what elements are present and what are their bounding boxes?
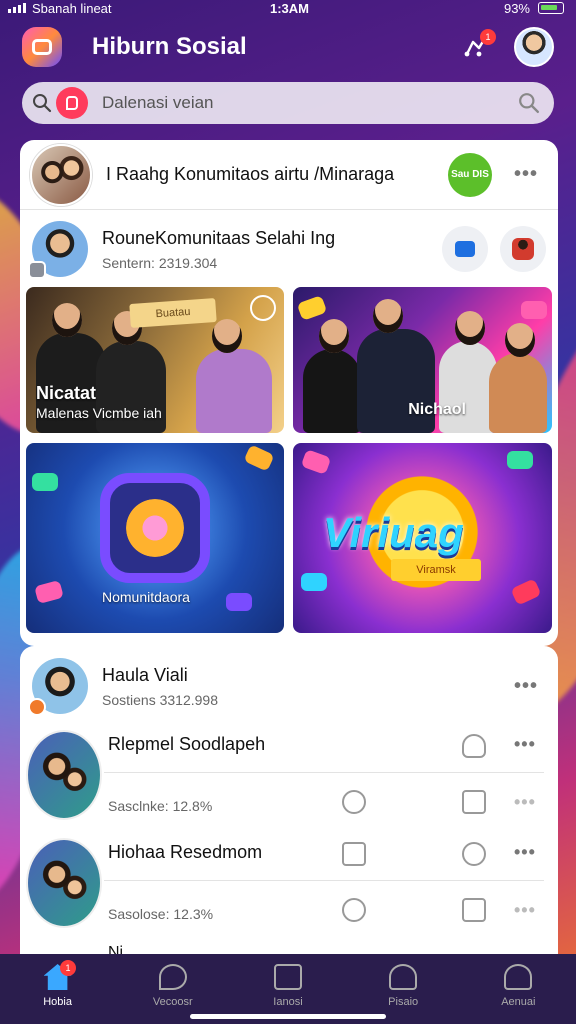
list-header-title: Haula Viali bbox=[102, 664, 188, 685]
character-button[interactable] bbox=[500, 226, 546, 272]
tile-ribbon: Viramsk bbox=[391, 559, 481, 581]
user-avatar bbox=[28, 221, 88, 279]
home-indicator bbox=[190, 1014, 386, 1019]
nav-label: Vecoosr bbox=[152, 996, 193, 1008]
search-bar bbox=[22, 82, 554, 124]
chat-app-icon[interactable] bbox=[56, 87, 88, 119]
nav-home[interactable]: 1 Hobia bbox=[0, 954, 115, 1024]
member-list-card: Haula Viali Sostiens 3312.998 ••• Rlepme… bbox=[20, 646, 558, 954]
profile-avatar[interactable] bbox=[514, 27, 554, 67]
decoration bbox=[507, 451, 533, 469]
tile-subcaption: Malenas Vicmbe iah bbox=[36, 405, 162, 421]
nav-account[interactable]: Aenuai bbox=[461, 954, 576, 1024]
decoration bbox=[226, 593, 252, 611]
person-figure bbox=[196, 319, 272, 433]
nav-label: Pisaio bbox=[388, 996, 419, 1008]
person-icon[interactable] bbox=[462, 734, 486, 758]
chat-icon[interactable] bbox=[342, 790, 366, 814]
decoration bbox=[300, 449, 332, 475]
flower-icon bbox=[126, 499, 184, 557]
clipboard-icon[interactable] bbox=[462, 790, 486, 814]
feed-row[interactable]: I Raahg Konumitaos airtu /Minaraga Sau D… bbox=[20, 140, 558, 210]
media-tile[interactable]: Nomunitdaora bbox=[26, 443, 284, 633]
list-item[interactable]: Rlepmel Soodlapeh ••• Sasclnke: 12.8% ••… bbox=[20, 728, 558, 834]
decoration bbox=[510, 578, 542, 606]
battery-icon bbox=[538, 2, 564, 14]
divider bbox=[104, 772, 544, 773]
calendar-button[interactable] bbox=[442, 226, 488, 272]
app-logo-icon[interactable] bbox=[22, 27, 62, 67]
search-icon[interactable] bbox=[462, 842, 486, 866]
carrier-label: Sbanah lineat bbox=[32, 0, 112, 16]
app-header: Hiburn Sosial 1 bbox=[22, 24, 554, 70]
partial-list-item-title: Ni bbox=[108, 944, 124, 954]
more-icon[interactable]: ••• bbox=[514, 900, 536, 921]
calendar-icon bbox=[455, 241, 475, 257]
battery-percent: 93% bbox=[503, 0, 530, 16]
more-icon[interactable]: ••• bbox=[514, 675, 538, 698]
sign-board: Buatau bbox=[129, 298, 217, 328]
list-item-subtitle: Sasolose: 12.3% bbox=[108, 906, 214, 922]
decoration bbox=[32, 473, 58, 491]
tile-caption: Nomunitdaora bbox=[102, 589, 190, 605]
search-input[interactable] bbox=[102, 93, 514, 113]
group-avatar bbox=[26, 838, 102, 928]
nav-label: Hobia bbox=[43, 996, 72, 1008]
account-icon bbox=[504, 964, 533, 990]
more-icon[interactable]: ••• bbox=[514, 842, 536, 863]
status-badge: Sau DIS bbox=[447, 152, 492, 197]
rating-icon bbox=[250, 295, 276, 321]
chat-icon bbox=[158, 964, 187, 990]
group-avatar bbox=[26, 730, 102, 820]
more-icon[interactable]: ••• bbox=[514, 734, 536, 755]
tile-caption: Nicatat bbox=[36, 383, 97, 403]
list-item-title: Hiohaa Resedmom bbox=[108, 842, 263, 862]
nav-label: Aenuai bbox=[501, 996, 536, 1008]
person-icon bbox=[389, 964, 418, 990]
more-icon[interactable]: ••• bbox=[514, 163, 538, 186]
stop-icon[interactable] bbox=[342, 898, 366, 922]
media-tile[interactable]: Viriuag Viramsk bbox=[293, 443, 552, 633]
divider bbox=[104, 880, 544, 881]
clipboard-icon[interactable] bbox=[462, 898, 486, 922]
list-header-row[interactable]: Haula Viali Sostiens 3312.998 ••• bbox=[20, 646, 558, 726]
list-header-subtitle: Sostiens 3312.998 bbox=[102, 691, 218, 708]
group-avatar bbox=[30, 143, 92, 206]
list-item-subtitle: Sasclnke: 12.8% bbox=[108, 798, 213, 814]
tile-caption: Nichaol bbox=[408, 401, 466, 418]
user-avatar bbox=[28, 658, 88, 716]
clock: 1:3AM bbox=[270, 0, 310, 16]
feed-row[interactable]: RouneKomunitaas Selahi Ing Sentern: 2319… bbox=[20, 214, 558, 284]
media-tile[interactable]: Nichaol bbox=[293, 287, 552, 433]
decoration bbox=[521, 301, 547, 319]
person-figure bbox=[489, 323, 547, 433]
decoration bbox=[34, 579, 64, 605]
feed-row-title: RouneKomunitaas Selahi Ing bbox=[102, 227, 336, 248]
person-figure bbox=[303, 319, 361, 433]
search-icon[interactable] bbox=[32, 93, 52, 113]
decoration bbox=[301, 573, 327, 591]
info-icon bbox=[273, 964, 302, 990]
list-item-title: Rlepmel Soodlapeh bbox=[108, 734, 266, 754]
search-icon bbox=[519, 93, 540, 114]
status-bar: Sbanah lineat 1:3AM 93% bbox=[0, 0, 576, 16]
decoration bbox=[243, 444, 275, 472]
feed-row-title: I Raahg Konumitaos airtu /Minaraga bbox=[106, 164, 395, 184]
community-feed-card: I Raahg Konumitaos airtu /Minaraga Sau D… bbox=[20, 140, 558, 646]
feed-row-subtitle: Sentern: 2319.304 bbox=[102, 254, 218, 271]
notification-button[interactable]: 1 bbox=[456, 27, 496, 67]
notification-badge: 1 bbox=[480, 29, 496, 45]
decoration bbox=[296, 295, 328, 321]
more-icon[interactable]: ••• bbox=[514, 792, 536, 813]
app-title: Hiburn Sosial bbox=[92, 33, 247, 60]
tile-caption: Viriuag bbox=[323, 509, 464, 556]
search-submit-button[interactable] bbox=[514, 88, 544, 118]
clipboard-icon[interactable] bbox=[342, 842, 366, 866]
list-item[interactable]: Hiohaa Resedmom ••• Sasolose: 12.3% ••• bbox=[20, 836, 558, 942]
media-tile[interactable]: Buatau Nicatat Malenas Vicmbe iah bbox=[26, 287, 284, 433]
nav-label: Ianosi bbox=[273, 996, 303, 1008]
nav-badge: 1 bbox=[60, 960, 76, 976]
character-icon bbox=[512, 238, 534, 260]
signal-icon bbox=[8, 3, 26, 13]
